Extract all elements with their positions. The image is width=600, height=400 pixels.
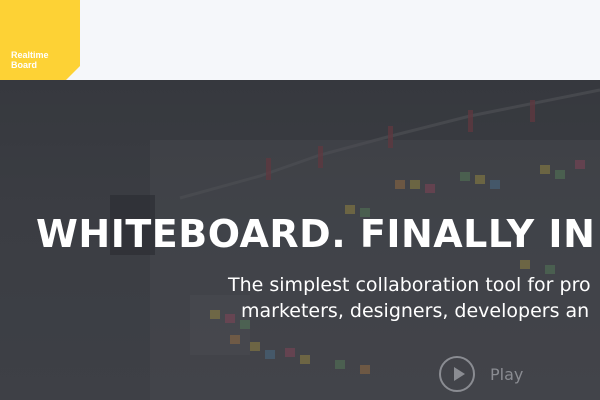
logo-line-2: Board	[11, 60, 38, 70]
hero-section: WHITEBOARD. FINALLY IN Y The simplest co…	[0, 80, 600, 400]
hero-subtitle: The simplest collaboration tool for pro …	[228, 272, 591, 324]
logo-line-1: Realtime	[11, 50, 49, 60]
logo-notch	[66, 66, 80, 80]
top-bar: Realtime Board	[0, 0, 600, 80]
hero-headline: WHITEBOARD. FINALLY IN Y	[36, 212, 600, 256]
play-label[interactable]: Play	[490, 365, 523, 384]
play-icon[interactable]	[439, 356, 475, 392]
hero-subtitle-line-2: marketers, designers, developers an	[241, 300, 590, 322]
play-video-button[interactable]: Play	[439, 356, 523, 392]
logo[interactable]: Realtime Board	[0, 0, 80, 80]
logo-text: Realtime Board	[11, 50, 49, 70]
hero-subtitle-line-1: The simplest collaboration tool for pro	[228, 274, 591, 296]
